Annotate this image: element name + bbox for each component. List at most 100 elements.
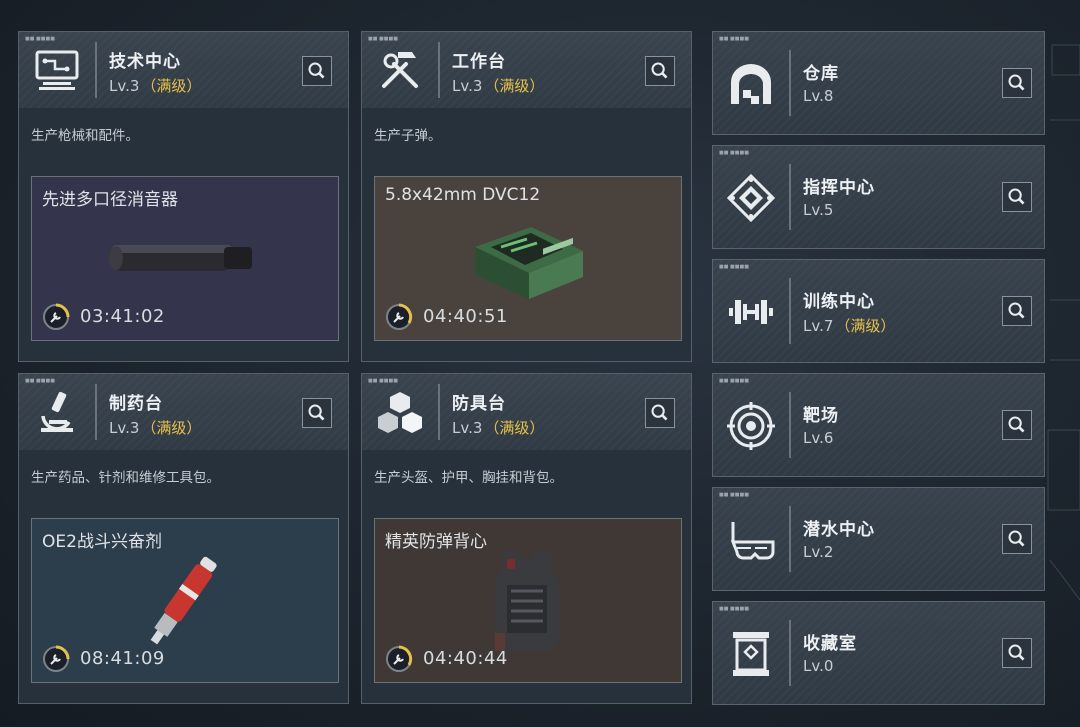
- facility-name: 潜水中心: [803, 520, 875, 540]
- inspect-button[interactable]: [1002, 524, 1032, 554]
- workshop-level: Lv.3 （满级）: [452, 419, 545, 437]
- card-header: ■■ ■■■■ 技术中心 Lv.3 （满级）: [19, 32, 348, 108]
- header-divider: [95, 42, 97, 98]
- crafting-progress-icon: [43, 303, 70, 330]
- inspect-button[interactable]: [645, 398, 675, 428]
- inspect-button[interactable]: [1002, 68, 1032, 98]
- search-icon: [651, 62, 668, 79]
- workshop-name: 工作台: [452, 52, 506, 72]
- facility-name: 仓库: [803, 64, 839, 84]
- crafting-item-name: 5.8x42mm DVC12: [385, 185, 541, 205]
- workshop-level: Lv.3 （满级）: [109, 419, 202, 437]
- diving-mask-icon: [730, 522, 775, 560]
- corner-tag: ■■ ■■■■: [719, 606, 749, 612]
- facility-name: 训练中心: [803, 292, 875, 312]
- facility-training-center[interactable]: ■■ ■■■■ 训练中心 Lv.7 （满级）: [712, 259, 1045, 363]
- crafting-item-name: 精英防弹背心: [385, 532, 487, 552]
- workshop-description: 生产药品、针剂和维修工具包。: [31, 470, 220, 486]
- hammer-wrench-icon: [382, 52, 418, 88]
- facility-level: Lv.6: [803, 429, 834, 447]
- facility-command-center[interactable]: ■■ ■■■■ 指挥中心 Lv.5: [712, 145, 1045, 249]
- corner-tag: ■■ ■■■■: [25, 378, 55, 384]
- stimulant-syringe-image: [150, 556, 217, 645]
- facility-warehouse[interactable]: ■■ ■■■■ 仓库 Lv.8: [712, 31, 1045, 135]
- search-icon: [1008, 530, 1025, 547]
- crafting-slot[interactable]: 5.8x42mm DVC12 04:40:51: [374, 176, 682, 341]
- facility-name: 收藏室: [803, 634, 857, 654]
- header-divider: [95, 384, 97, 440]
- corner-tag: ■■ ■■■■: [368, 36, 398, 42]
- facility-shooting-range[interactable]: ■■ ■■■■ 靶场 Lv.6: [712, 373, 1045, 477]
- inspect-button[interactable]: [1002, 296, 1032, 326]
- workshop-level: Lv.3 （满级）: [109, 77, 202, 95]
- crafting-progress-icon: [43, 645, 70, 672]
- max-level-badge: （满级）: [484, 77, 545, 95]
- card-header: ■■ ■■■■ 制药台 Lv.3 （满级）: [19, 374, 348, 450]
- corner-tag: ■■ ■■■■: [25, 36, 55, 42]
- search-icon: [651, 404, 668, 421]
- workshop-card-armor-bench[interactable]: ■■ ■■■■ 防具台 Lv.3 （满级） 生产头盔、护甲、胸挂和背包。 精英防弹…: [361, 373, 692, 704]
- body-armor-vest-image: [495, 551, 559, 651]
- facility-divider: [789, 278, 791, 344]
- inspect-button[interactable]: [302, 398, 332, 428]
- header-divider: [438, 384, 440, 440]
- microscope-icon: [41, 391, 73, 432]
- crafting-progress-icon: [386, 645, 413, 672]
- crafting-timer: 04:40:51: [423, 306, 508, 327]
- crafting-slot[interactable]: 先进多口径消音器 03:41:02: [31, 176, 339, 341]
- corner-tag: ■■ ■■■■: [719, 378, 749, 384]
- warehouse-icon: [731, 64, 771, 104]
- crafting-item-name: 先进多口径消音器: [42, 190, 178, 210]
- search-icon: [1008, 302, 1025, 319]
- facility-divider: [789, 392, 791, 458]
- max-level-badge: （满级）: [141, 419, 202, 437]
- search-icon: [1008, 188, 1025, 205]
- facility-level: Lv.7 （满级）: [803, 317, 896, 335]
- workshop-level: Lv.3 （满级）: [452, 77, 545, 95]
- corner-tag: ■■ ■■■■: [719, 150, 749, 156]
- inspect-button[interactable]: [302, 56, 332, 86]
- search-icon: [1008, 74, 1025, 91]
- corner-tag: ■■ ■■■■: [719, 492, 749, 498]
- workshop-card-workbench[interactable]: ■■ ■■■■ 工作台 Lv.3 （满级） 生产子弹。 5.8x42mm DVC1…: [361, 31, 692, 362]
- facility-name: 指挥中心: [803, 178, 875, 198]
- crafting-slot[interactable]: 精英防弹背心 04:40:44: [374, 518, 682, 683]
- inspect-button[interactable]: [645, 56, 675, 86]
- workshop-card-pharmacy[interactable]: ■■ ■■■■ 制药台 Lv.3 （满级） 生产药品、针剂和维修工具包。 OE2战…: [18, 373, 349, 704]
- max-level-badge: （满级）: [484, 419, 545, 437]
- inspect-button[interactable]: [1002, 638, 1032, 668]
- card-header: ■■ ■■■■ 防具台 Lv.3 （满级）: [362, 374, 691, 450]
- crafting-slot[interactable]: OE2战斗兴奋剂 08:41:09: [31, 518, 339, 683]
- search-icon: [1008, 416, 1025, 433]
- suppressor-image: [109, 245, 252, 271]
- max-level-badge: （满级）: [835, 317, 896, 335]
- facility-name: 靶场: [803, 406, 839, 426]
- facility-collection-room[interactable]: ■■ ■■■■ 收藏室 Lv.0: [712, 601, 1045, 705]
- facility-diving-center[interactable]: ■■ ■■■■ 潜水中心 Lv.2: [712, 487, 1045, 591]
- facility-divider: [789, 164, 791, 230]
- inspect-button[interactable]: [1002, 410, 1032, 440]
- dumbbell-icon: [729, 300, 773, 324]
- computer-icon: [35, 50, 79, 90]
- workshop-description: 生产枪械和配件。: [31, 128, 139, 144]
- facility-level: Lv.2: [803, 543, 834, 561]
- card-header: ■■ ■■■■ 工作台 Lv.3 （满级）: [362, 32, 691, 108]
- header-divider: [438, 42, 440, 98]
- target-icon: [727, 402, 775, 450]
- crafting-timer: 03:41:02: [80, 306, 165, 327]
- blocks-icon: [378, 392, 422, 433]
- workshop-description: 生产子弹。: [374, 128, 442, 144]
- inspect-button[interactable]: [1002, 182, 1032, 212]
- facility-level: Lv.5: [803, 201, 834, 219]
- workshop-card-tech-center[interactable]: ■■ ■■■■ 技术中心 Lv.3（满级） 生产枪械和配件。 先进多口径消音器: [18, 31, 349, 362]
- max-level-badge: （满级）: [141, 77, 202, 95]
- display-case-icon: [733, 632, 769, 676]
- facility-divider: [789, 620, 791, 686]
- corner-tag: ■■ ■■■■: [368, 378, 398, 384]
- command-emblem-icon: [727, 174, 775, 222]
- search-icon: [308, 62, 325, 79]
- facility-divider: [789, 50, 791, 116]
- workshop-description: 生产头盔、护甲、胸挂和背包。: [374, 470, 563, 486]
- facility-level: Lv.8: [803, 87, 834, 105]
- corner-tag: ■■ ■■■■: [719, 36, 749, 42]
